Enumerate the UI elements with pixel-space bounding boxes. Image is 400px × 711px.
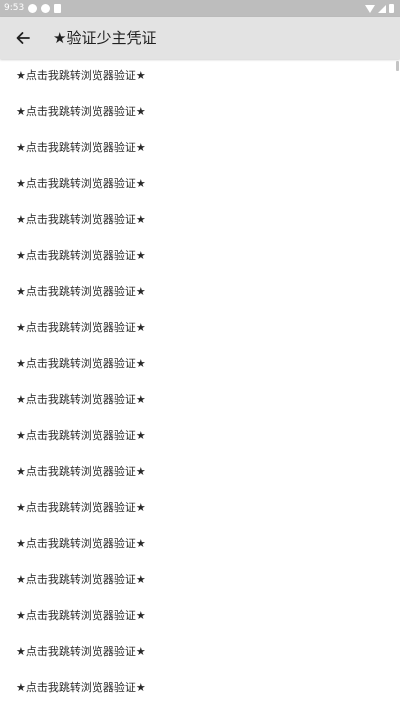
- wifi-icon: [365, 4, 375, 13]
- notification-icon: [28, 4, 38, 13]
- list-item[interactable]: ★点击我跳转浏览器验证★: [16, 354, 146, 374]
- status-bar: 9:53: [0, 0, 400, 17]
- list-item[interactable]: ★点击我跳转浏览器验证★: [16, 102, 146, 122]
- list-item[interactable]: ★点击我跳转浏览器验证★: [16, 138, 146, 158]
- back-button[interactable]: [10, 25, 36, 51]
- status-bar-right: [365, 3, 394, 14]
- battery-icon: [389, 4, 394, 13]
- verification-list: ★点击我跳转浏览器验证★ ★点击我跳转浏览器验证★ ★点击我跳转浏览器验证★ ★点击我…: [0, 59, 400, 711]
- list-item[interactable]: ★点击我跳转浏览器验证★: [16, 390, 146, 410]
- arrow-left-icon: [16, 32, 30, 44]
- list-item[interactable]: ★点击我跳转浏览器验证★: [16, 534, 146, 554]
- storage-icon: [54, 4, 62, 13]
- telegram-icon: [41, 4, 51, 13]
- list-item[interactable]: ★点击我跳转浏览器验证★: [16, 642, 146, 662]
- list-item[interactable]: ★点击我跳转浏览器验证★: [16, 678, 146, 698]
- list-item[interactable]: ★点击我跳转浏览器验证★: [16, 282, 146, 302]
- scrollbar[interactable]: [396, 61, 399, 71]
- list-item[interactable]: ★点击我跳转浏览器验证★: [16, 66, 146, 86]
- list-item[interactable]: ★点击我跳转浏览器验证★: [16, 606, 146, 626]
- status-bar-left: 9:53: [4, 2, 62, 15]
- list-item[interactable]: ★点击我跳转浏览器验证★: [16, 174, 146, 194]
- list-item[interactable]: ★点击我跳转浏览器验证★: [16, 570, 146, 590]
- list-item[interactable]: ★点击我跳转浏览器验证★: [16, 246, 146, 266]
- signal-icon: [378, 4, 386, 13]
- list-item[interactable]: ★点击我跳转浏览器验证★: [16, 462, 146, 482]
- list-item[interactable]: ★点击我跳转浏览器验证★: [16, 318, 146, 338]
- list-item[interactable]: ★点击我跳转浏览器验证★: [16, 210, 146, 230]
- list-item[interactable]: ★点击我跳转浏览器验证★: [16, 426, 146, 446]
- status-time: 9:53: [4, 3, 25, 13]
- list-item[interactable]: ★点击我跳转浏览器验证★: [16, 498, 146, 518]
- app-bar: ★验证少主凭证: [0, 17, 400, 59]
- page-title: ★验证少主凭证: [53, 29, 157, 47]
